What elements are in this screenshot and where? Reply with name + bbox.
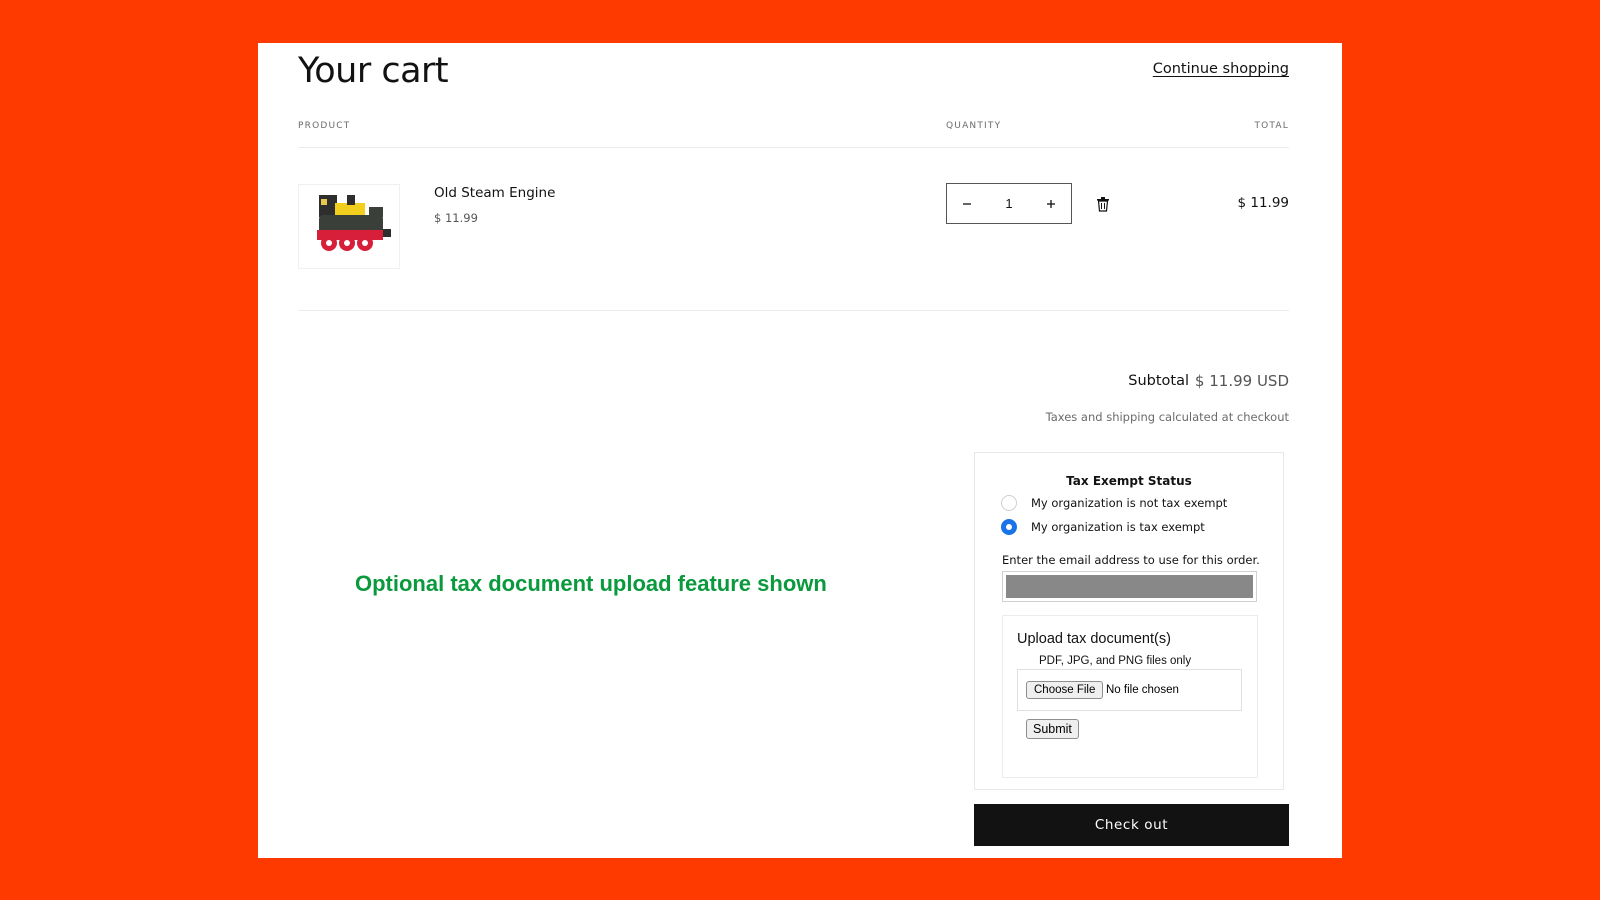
radio-tax-exempt[interactable]: My organization is tax exempt [1001,519,1205,535]
upload-title: Upload tax document(s) [1017,631,1171,647]
radio-label: My organization is tax exempt [1031,520,1205,534]
column-header-product: PRODUCT [298,121,351,131]
line-item-total: $ 11.99 [1237,195,1289,211]
plus-icon [1046,199,1055,208]
file-status-text: No file chosen [1106,684,1179,696]
email-input-redacted[interactable] [1006,575,1253,598]
subtotal-value: $ 11.99 USD [1194,372,1289,390]
toy-train-icon [317,195,391,251]
tax-exempt-panel: Tax Exempt Status My organization is not… [974,452,1284,790]
upload-section: Upload tax document(s) PDF, JPG, and PNG… [1002,615,1258,778]
tax-exempt-title: Tax Exempt Status [1066,474,1192,488]
product-image[interactable] [298,184,400,269]
tax-shipping-note: Taxes and shipping calculated at checkou… [1045,410,1289,424]
increase-quantity-button[interactable] [1031,184,1071,223]
product-unit-price: $ 11.99 [434,211,478,225]
submit-upload-button[interactable]: Submit [1026,719,1079,739]
checkout-button[interactable]: Check out [974,804,1289,846]
feature-caption: Optional tax document upload feature sho… [355,571,827,596]
column-header-total: TOTAL [1254,121,1289,131]
choose-file-button[interactable]: Choose File [1026,681,1104,699]
radio-label: My organization is not tax exempt [1031,496,1228,510]
quantity-stepper: 1 [946,183,1072,224]
items-divider [298,310,1289,311]
column-header-quantity: QUANTITY [946,121,1002,131]
continue-shopping-link[interactable]: Continue shopping [1153,61,1289,77]
cart-panel: Your cart Continue shopping PRODUCT QUAN… [258,43,1342,858]
decrease-quantity-button[interactable] [947,184,987,223]
file-input: Choose File No file chosen [1017,669,1242,711]
header-divider [298,147,1289,148]
trash-icon [1097,197,1109,212]
subtotal-label: Subtotal [1128,373,1189,389]
radio-not-tax-exempt[interactable]: My organization is not tax exempt [1001,495,1227,511]
email-hint: Enter the email address to use for this … [1002,553,1260,567]
upload-file-types-note: PDF, JPG, and PNG files only [1039,655,1192,667]
radio-button-checked[interactable] [1001,519,1017,535]
product-name[interactable]: Old Steam Engine [434,185,555,201]
radio-button-unchecked[interactable] [1001,495,1017,511]
email-field[interactable] [1002,571,1257,602]
quantity-input[interactable]: 1 [1005,196,1012,211]
remove-item-button[interactable] [1096,196,1110,212]
page-title: Your cart [298,51,449,91]
minus-icon [963,202,971,205]
